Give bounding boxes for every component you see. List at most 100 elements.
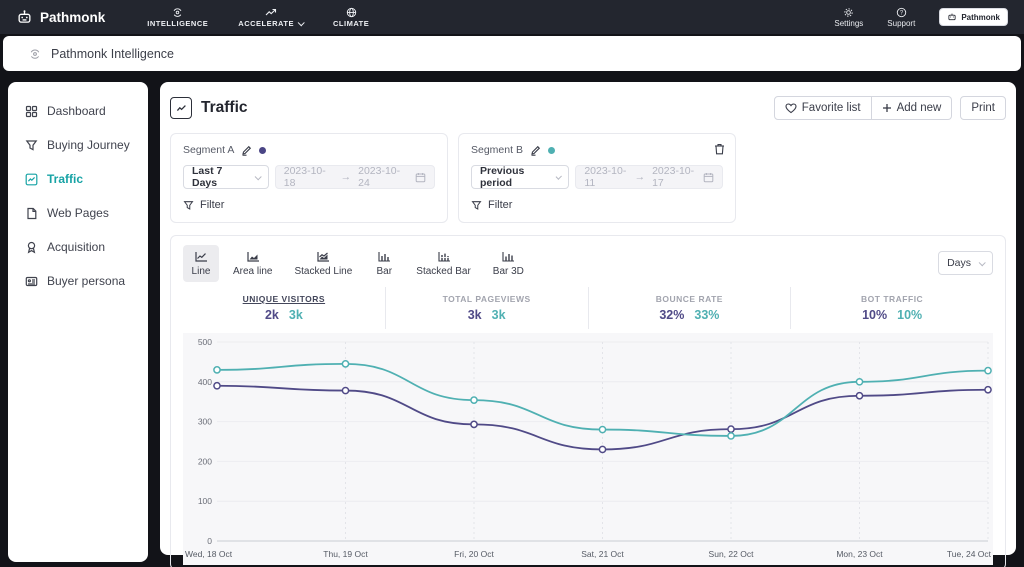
sidebar-item-label: Acquisition <box>47 240 106 254</box>
chevron-down-icon <box>555 172 563 180</box>
tab-label: Bar <box>376 266 393 277</box>
settings-button[interactable]: Settings <box>834 7 863 28</box>
chevron-down-icon <box>254 172 262 180</box>
sidebar-item-label: Buying Journey <box>47 138 130 152</box>
account-label: Pathmonk <box>961 12 1000 22</box>
range-arrow: → <box>634 171 646 183</box>
bar-3d-type-icon <box>501 251 515 263</box>
pathmonk-logo[interactable]: Pathmonk <box>16 9 105 26</box>
tab-bar[interactable]: Bar <box>366 245 402 282</box>
metric-bounce-rate[interactable]: BOUNCE RATE 32% 33% <box>589 287 792 329</box>
calendar-icon <box>415 172 426 183</box>
main-content: Traffic Favorite list Add new Print Segm… <box>160 82 1016 567</box>
segment-color-dot[interactable] <box>259 146 267 154</box>
sidebar: Dashboard Buying Journey Traffic Web Pag… <box>8 82 148 562</box>
segment-b-card: Segment B Previous period 2023-10-11 → 2… <box>458 133 736 223</box>
date-range-picker[interactable]: 2023-10-18 → 2023-10-24 <box>274 165 435 189</box>
metric-value-segment-b: 33% <box>694 308 720 322</box>
print-button[interactable]: Print <box>960 96 1006 120</box>
nav-label: CLIMATE <box>332 18 370 28</box>
interval-value: Days <box>947 257 971 269</box>
delete-segment-icon[interactable] <box>714 143 725 155</box>
heart-icon <box>785 102 797 114</box>
date-range-select[interactable]: Last 7 Days <box>183 165 269 189</box>
traffic-line-chart[interactable]: 0 100 200 300 400 500 Wed, 18 Oct Thu, 19 Oct Fr… <box>183 333 993 565</box>
interval-select[interactable]: Days <box>938 251 993 275</box>
svg-text:Wed, 18 Oct: Wed, 18 Oct <box>185 549 233 559</box>
segment-a-header: Segment A <box>183 144 435 156</box>
robot-logo-icon <box>16 9 33 26</box>
tab-label: Bar 3D <box>492 266 524 277</box>
tab-line[interactable]: Line <box>183 245 219 282</box>
svg-text:Fri, 20 Oct: Fri, 20 Oct <box>454 549 494 559</box>
gear-icon <box>843 7 854 18</box>
metric-total-pageviews[interactable]: TOTAL PAGEVIEWS 3k 3k <box>386 287 589 329</box>
metric-bot-traffic[interactable]: BOT TRAFFIC 10% 10% <box>791 287 993 329</box>
header-actions: Favorite list Add new Print <box>773 96 1006 120</box>
tab-area-line[interactable]: Area line <box>225 245 280 282</box>
segment-a-filter-button[interactable]: Filter <box>183 199 435 211</box>
metric-value-segment-b: 10% <box>897 308 923 322</box>
svg-text:Tue, 24 Oct: Tue, 24 Oct <box>947 549 992 559</box>
grid-icon <box>25 105 38 118</box>
sidebar-item-traffic[interactable]: Traffic <box>8 162 148 196</box>
metrics-row: UNIQUE VISITORS 2k 3k TOTAL PAGEVIEWS 3k… <box>183 287 993 329</box>
top-nav-items: INTELLIGENCE ACCELERATE CLIMATE <box>147 7 369 28</box>
metric-label: TOTAL PAGEVIEWS <box>442 294 531 304</box>
nav-climate[interactable]: CLIMATE <box>333 7 369 28</box>
globe-icon <box>346 7 357 18</box>
account-button[interactable]: Pathmonk <box>939 8 1008 26</box>
segment-color-dot[interactable] <box>547 146 555 154</box>
sidebar-item-acquisition[interactable]: Acquisition <box>8 230 148 264</box>
tab-label: Area line <box>233 266 273 277</box>
funnel-icon <box>471 200 482 211</box>
svg-text:0: 0 <box>207 536 212 546</box>
edit-pencil-icon[interactable] <box>241 145 252 156</box>
svg-text:Thu, 19 Oct: Thu, 19 Oct <box>323 549 368 559</box>
date-range-select[interactable]: Previous period <box>471 165 570 189</box>
tab-stacked-line[interactable]: Stacked Line <box>286 245 360 282</box>
segment-name: Segment A <box>183 144 235 156</box>
support-label: Support <box>887 18 916 28</box>
sidebar-item-label: Traffic <box>47 172 84 186</box>
document-icon <box>25 207 38 220</box>
breadcrumb-label[interactable]: Pathmonk Intelligence <box>51 47 174 61</box>
sidebar-item-buyer-persona[interactable]: Buyer persona <box>8 264 148 298</box>
sidebar-item-web-pages[interactable]: Web Pages <box>8 196 148 230</box>
date-end: 2023-10-24 <box>358 165 401 189</box>
filter-label: Filter <box>200 199 225 211</box>
chevron-down-icon <box>978 258 986 266</box>
nav-intelligence[interactable]: INTELLIGENCE <box>147 7 208 28</box>
svg-text:?: ? <box>900 10 904 16</box>
sidebar-item-buying-journey[interactable]: Buying Journey <box>8 128 148 162</box>
range-label: Previous period <box>480 165 525 189</box>
add-new-button[interactable]: Add new <box>871 96 953 120</box>
nav-accelerate[interactable]: ACCELERATE <box>238 7 305 28</box>
metric-value-segment-a: 2k <box>264 308 279 322</box>
date-start: 2023-10-18 <box>283 165 326 189</box>
traffic-page-icon <box>170 97 192 119</box>
sidebar-item-dashboard[interactable]: Dashboard <box>8 94 148 128</box>
app-window: Pathmonk INTELLIGENCE ACCELERATE CLIMATE… <box>0 0 1024 567</box>
interval-select-wrap: Days <box>938 251 993 275</box>
metric-unique-visitors[interactable]: UNIQUE VISITORS 2k 3k <box>183 287 386 329</box>
segment-b-filter-button[interactable]: Filter <box>471 199 723 211</box>
segment-cards-row: Segment A Last 7 Days 2023-10-18 → 2023-… <box>170 133 1006 223</box>
range-arrow: → <box>340 171 352 183</box>
favorite-list-button[interactable]: Favorite list <box>773 96 872 120</box>
segment-b-header: Segment B <box>471 144 723 156</box>
metric-label: UNIQUE VISITORS <box>242 294 326 304</box>
metric-value-segment-a: 10% <box>862 308 888 322</box>
date-range-picker[interactable]: 2023-10-11 → 2023-10-17 <box>575 165 723 189</box>
filter-label: Filter <box>488 199 513 211</box>
edit-pencil-icon[interactable] <box>530 145 541 156</box>
support-button[interactable]: ? Support <box>887 7 915 28</box>
top-navigation-bar: Pathmonk INTELLIGENCE ACCELERATE CLIMATE… <box>0 0 1024 34</box>
breadcrumb: Pathmonk Intelligence <box>3 36 1021 71</box>
tab-bar-3d[interactable]: Bar 3D <box>485 245 532 282</box>
plus-icon <box>882 103 892 113</box>
page-title: Traffic <box>201 99 248 116</box>
stacked-bar-type-icon <box>437 251 451 263</box>
fingerprint-icon <box>29 48 41 60</box>
tab-stacked-bar[interactable]: Stacked Bar <box>408 245 478 282</box>
